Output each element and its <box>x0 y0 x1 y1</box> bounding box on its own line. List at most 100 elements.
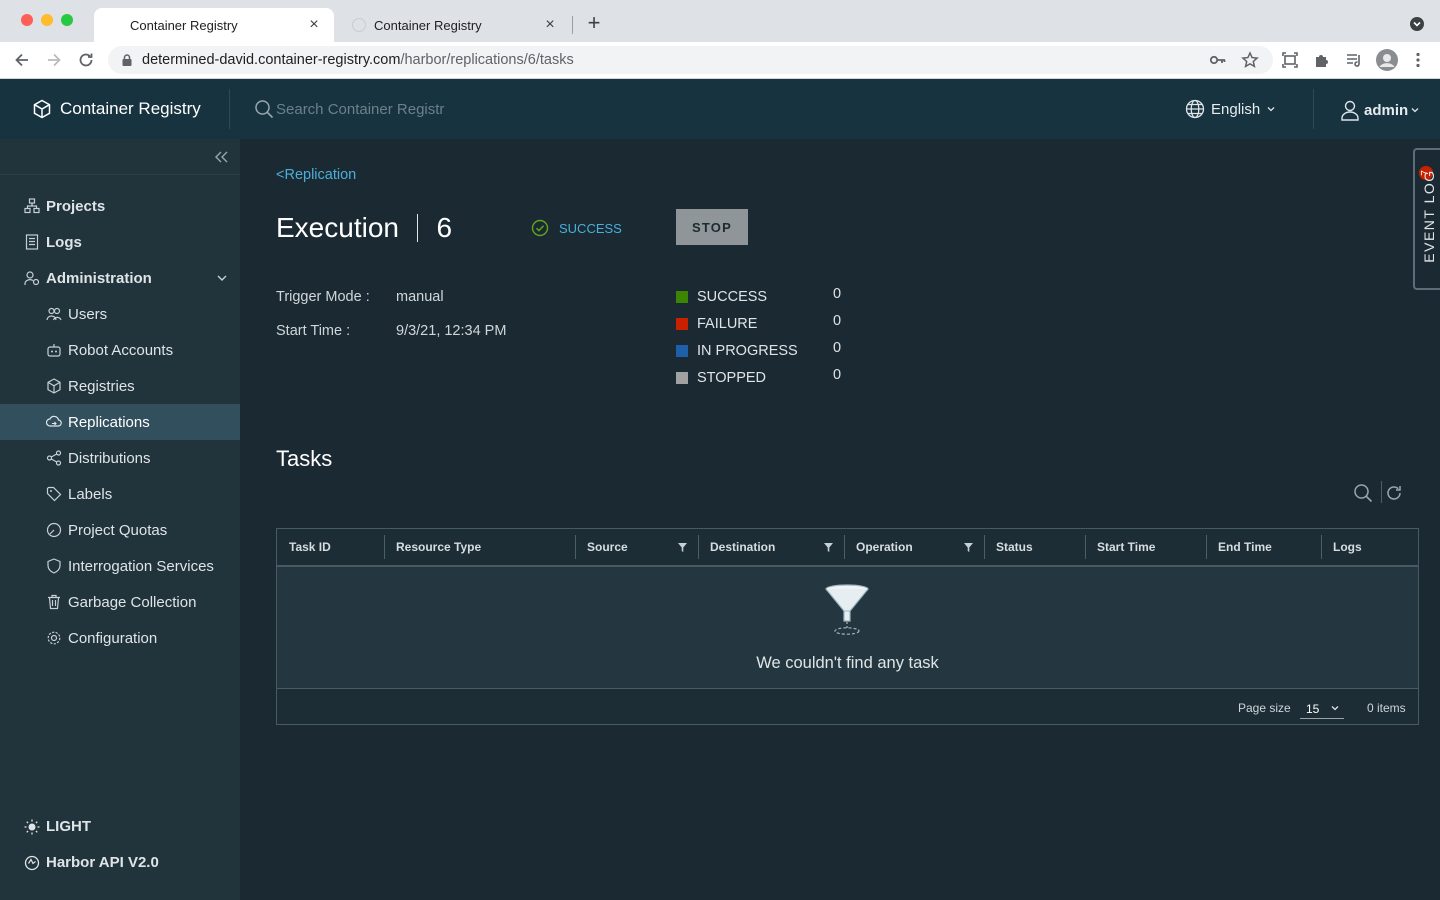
api-explorer-link[interactable]: Harbor API V2.0 <box>24 854 159 871</box>
empty-placeholder: We couldn't find any task <box>277 567 1418 688</box>
sidebar-item-replications[interactable]: Replications <box>0 404 240 440</box>
column-label: Source <box>587 540 628 554</box>
tasks-table: Task ID Resource Type Source Destination… <box>276 528 1419 725</box>
column-operation[interactable]: Operation <box>844 529 984 565</box>
sidebar-item-garbage-collection[interactable]: Garbage Collection <box>0 584 240 620</box>
stat-count: 0 <box>833 313 842 329</box>
reload-icon[interactable] <box>76 50 96 70</box>
sidebar-item-robot-accounts[interactable]: Robot Accounts <box>0 332 240 368</box>
profile-avatar[interactable] <box>1376 49 1398 71</box>
close-tab-icon[interactable]: × <box>542 17 558 33</box>
header-divider <box>229 89 230 129</box>
header-divider <box>1313 89 1314 129</box>
language-selector[interactable]: English <box>1185 99 1276 119</box>
table-header: Task ID Resource Type Source Destination… <box>277 529 1418 567</box>
lock-icon[interactable] <box>120 53 134 67</box>
sidebar-item-registries[interactable]: Registries <box>0 368 240 404</box>
theme-toggle[interactable]: LIGHT <box>24 818 91 835</box>
sidebar-item-administration[interactable]: Administration <box>0 260 240 296</box>
event-log-label: EVENT LOG <box>1421 169 1437 263</box>
close-tab-icon[interactable]: × <box>306 17 322 33</box>
column-label: Resource Type <box>396 540 482 554</box>
zoom-window-button[interactable] <box>61 14 73 26</box>
filter-icon[interactable] <box>964 543 973 552</box>
back-to-replication-link[interactable]: <Replication <box>276 167 356 183</box>
column-end-time[interactable]: End Time <box>1206 529 1321 565</box>
column-destination[interactable]: Destination <box>698 529 844 565</box>
tab-favicon-icon <box>108 18 122 32</box>
sidebar-item-label: Registries <box>68 377 135 395</box>
new-tab-icon[interactable]: + <box>584 12 604 34</box>
app-title[interactable]: Container Registry <box>60 99 201 119</box>
column-resource-type[interactable]: Resource Type <box>384 529 575 565</box>
sidebar-item-users[interactable]: Users <box>0 296 240 332</box>
back-arrow-icon[interactable] <box>12 50 32 70</box>
chevron-down-icon <box>216 272 228 284</box>
page-title: Execution 6 <box>276 212 452 244</box>
sidebar-item-projects[interactable]: Projects <box>0 188 240 224</box>
sidebar-item-distributions[interactable]: Distributions <box>0 440 240 476</box>
sidebar-item-label: Robot Accounts <box>68 341 174 359</box>
sidebar-item-labels[interactable]: Labels <box>0 476 240 512</box>
page-size-select[interactable]: 15 <box>1300 697 1344 719</box>
gear-icon <box>46 630 62 646</box>
filter-search-icon[interactable] <box>1353 483 1373 503</box>
search-input[interactable] <box>276 100 496 118</box>
table-footer: Page size 15 0 items <box>277 688 1418 724</box>
refresh-icon[interactable] <box>1384 483 1404 503</box>
filter-icon[interactable] <box>678 543 687 552</box>
sidebar-item-label: Users <box>68 305 108 323</box>
sidebar-item-configuration[interactable]: Configuration <box>0 620 240 656</box>
column-task-id[interactable]: Task ID <box>277 529 384 565</box>
failure-legend-swatch <box>676 318 688 330</box>
sidebar-item-label: Distributions <box>68 449 151 467</box>
tasks-heading: Tasks <box>276 446 333 471</box>
filter-icon[interactable] <box>824 543 833 552</box>
reading-list-icon[interactable] <box>1344 50 1364 70</box>
sidebar-item-logs[interactable]: Logs <box>0 224 240 260</box>
main-content: <Replication Execution 6 SUCCESS STOP Tr… <box>240 139 1440 900</box>
trigger-mode-label: Trigger Mode : <box>276 289 370 305</box>
stat-count: 0 <box>833 367 842 383</box>
sidebar-item-label: Replications <box>68 413 150 431</box>
forward-arrow-icon[interactable] <box>44 50 64 70</box>
status-badge: SUCCESS <box>531 219 622 237</box>
sun-icon <box>24 819 40 835</box>
key-icon[interactable] <box>1208 50 1228 70</box>
logs-icon <box>24 234 40 250</box>
theme-toggle-label: LIGHT <box>46 818 91 835</box>
tab-title: Container Registry <box>374 17 482 33</box>
column-start-time[interactable]: Start Time <box>1085 529 1206 565</box>
url-host: determined-david.container-registry.com <box>142 52 401 68</box>
funnel-icon <box>823 583 871 637</box>
browser-tab-inactive[interactable]: Container Registry × <box>338 8 570 42</box>
user-menu[interactable]: admin <box>1340 99 1420 121</box>
column-source[interactable]: Source <box>575 529 698 565</box>
sidebar-item-project-quotas[interactable]: Project Quotas <box>0 512 240 548</box>
stop-button[interactable]: STOP <box>676 209 748 245</box>
browser-tab-active[interactable]: Container Registry × <box>94 8 334 42</box>
global-search <box>254 99 496 119</box>
sidebar-item-label: Logs <box>46 233 82 251</box>
sidebar-item-interrogation-services[interactable]: Interrogation Services <box>0 548 240 584</box>
sidebar-item-label: Project Quotas <box>68 521 168 539</box>
stat-count: 0 <box>833 340 842 356</box>
registry-logo-icon[interactable] <box>32 99 52 119</box>
stat-label: SUCCESS <box>697 289 768 305</box>
close-window-button[interactable] <box>21 14 33 26</box>
address-bar[interactable]: determined-david.container-registry.com /… <box>108 46 1273 74</box>
screenshot-icon[interactable] <box>1280 50 1300 70</box>
chevron-down-icon <box>1330 703 1340 713</box>
browser-menu-icon[interactable] <box>1408 50 1428 70</box>
search-icon[interactable] <box>254 99 274 119</box>
title-divider <box>416 214 419 242</box>
bookmark-star-icon[interactable] <box>1240 50 1260 70</box>
column-status[interactable]: Status <box>984 529 1085 565</box>
minimize-window-button[interactable] <box>41 14 53 26</box>
sidebar-item-label: Administration <box>46 269 152 287</box>
column-logs[interactable]: Logs <box>1321 529 1418 565</box>
tab-search-icon[interactable] <box>1410 17 1424 31</box>
extensions-icon[interactable] <box>1312 50 1332 70</box>
event-log-tab[interactable]: 7 EVENT LOG <box>1413 148 1440 290</box>
collapse-sidebar-icon[interactable] <box>213 150 229 164</box>
